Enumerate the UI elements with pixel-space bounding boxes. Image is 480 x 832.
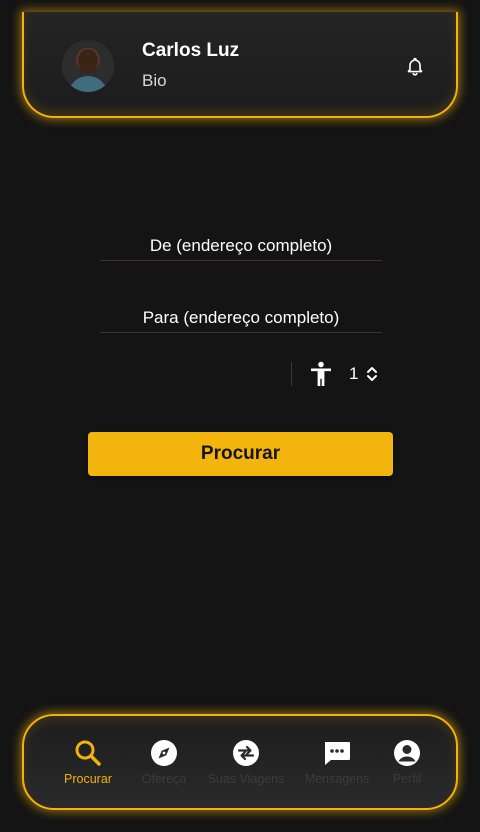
nav-item-procurar[interactable]: Procurar bbox=[48, 738, 128, 794]
app-screen: Carlos Luz Bio De (endereço completo) Pa… bbox=[0, 0, 480, 832]
nav-label: Procurar bbox=[64, 772, 112, 786]
nav-item-suas-viagens[interactable]: Suas Viagens bbox=[206, 738, 286, 794]
account-icon bbox=[394, 740, 420, 766]
avatar[interactable] bbox=[62, 40, 114, 92]
nav-label: Mensagens bbox=[304, 772, 370, 786]
nav-label: Ofereça bbox=[141, 772, 187, 786]
avatar-shirt bbox=[68, 76, 108, 92]
search-button[interactable]: Procurar bbox=[88, 432, 393, 476]
message-icon bbox=[325, 742, 350, 765]
nav-label: Perfil bbox=[392, 772, 422, 786]
bell-icon[interactable] bbox=[404, 56, 426, 78]
divider bbox=[291, 362, 292, 386]
user-name: Carlos Luz bbox=[142, 40, 240, 61]
profile-header: Carlos Luz Bio bbox=[22, 12, 458, 118]
search-icon bbox=[75, 740, 101, 766]
origin-address-input[interactable]: De (endereço completo) bbox=[100, 231, 382, 261]
nav-item-ofereca[interactable]: Ofereça bbox=[124, 738, 204, 794]
chevron-up-down-icon[interactable] bbox=[365, 365, 379, 383]
avatar-head bbox=[78, 49, 98, 73]
nav-item-mensagens[interactable]: Mensagens bbox=[297, 738, 377, 794]
passenger-selector[interactable]: 1 bbox=[291, 360, 391, 388]
nav-label: Suas Viagens bbox=[207, 772, 285, 786]
compass-icon bbox=[151, 740, 177, 766]
nav-item-perfil[interactable]: Perfil bbox=[367, 738, 447, 794]
destination-address-input[interactable]: Para (endereço completo) bbox=[100, 303, 382, 333]
bottom-navigation: Procurar Ofereça Suas Viagens Mensagens … bbox=[22, 714, 458, 810]
swap-icon bbox=[233, 740, 259, 766]
user-bio: Bio bbox=[142, 71, 167, 90]
passenger-count: 1 bbox=[349, 364, 359, 383]
person-icon bbox=[311, 361, 331, 386]
